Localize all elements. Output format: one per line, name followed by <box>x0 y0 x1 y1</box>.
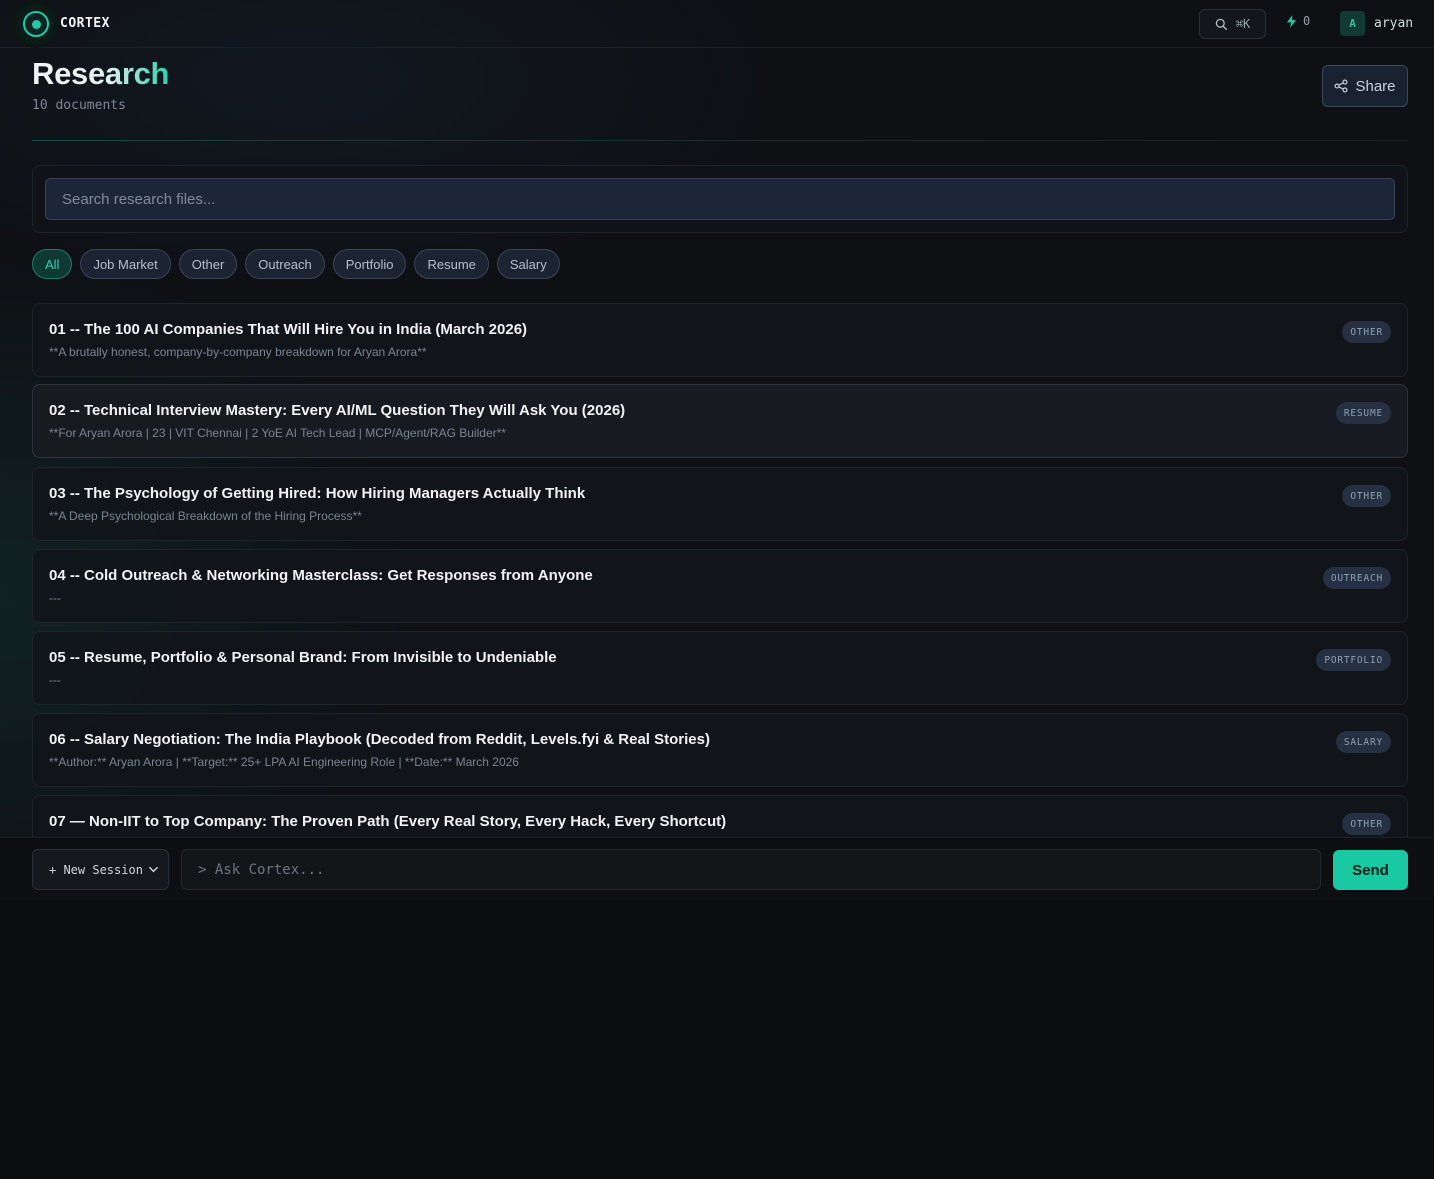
document-card[interactable]: 03 -- The Psychology of Getting Hired: H… <box>32 467 1408 541</box>
filter-chip-all[interactable]: All <box>32 249 73 279</box>
document-subtitle: **A brutally honest, company-by-company … <box>49 345 427 359</box>
filter-chips: All Job Market Other Outreach Portfolio … <box>32 249 560 279</box>
document-card[interactable]: 06 -- Salary Negotiation: The India Play… <box>32 713 1408 787</box>
category-badge: RESUME <box>1335 402 1391 424</box>
filter-chip-outreach[interactable]: Outreach <box>245 249 325 279</box>
document-title: 03 -- The Psychology of Getting Hired: H… <box>49 485 586 502</box>
category-badge: OTHER <box>1342 321 1391 343</box>
document-subtitle: --- <box>49 591 61 605</box>
page-title: Research <box>32 56 170 91</box>
energy-counter[interactable]: 0 <box>1286 14 1310 28</box>
logo-dot <box>31 19 41 29</box>
document-title: 01 -- The 100 AI Companies That Will Hir… <box>49 321 528 338</box>
search-panel <box>32 165 1408 233</box>
document-subtitle: **Author:** Aryan Arora | **Target:** 25… <box>49 755 519 769</box>
filter-chip-job-market[interactable]: Job Market <box>80 249 171 279</box>
document-subtitle: **A Deep Psychological Breakdown of the … <box>49 509 362 523</box>
share-icon <box>1335 79 1348 93</box>
header-divider <box>32 140 1408 141</box>
document-title: 07 — Non-IIT to Top Company: The Proven … <box>49 813 727 830</box>
document-count: 10 documents <box>32 98 126 113</box>
command-palette-button[interactable]: ⌘K <box>1199 9 1266 39</box>
app-window: CORTEX ⌘K 0 A aryan Research 10 document… <box>0 0 1434 900</box>
lightning-icon <box>1286 14 1297 28</box>
category-badge: OTHER <box>1342 813 1391 835</box>
category-badge: OUTREACH <box>1322 567 1391 589</box>
search-icon <box>1215 18 1227 30</box>
document-card[interactable]: 07 — Non-IIT to Top Company: The Proven … <box>32 795 1408 837</box>
user-menu[interactable]: A aryan <box>1340 11 1413 36</box>
ask-input[interactable] <box>181 849 1321 890</box>
document-list: 01 -- The 100 AI Companies That Will Hir… <box>32 303 1408 837</box>
filter-chip-portfolio[interactable]: Portfolio <box>332 249 407 279</box>
logo-ring <box>23 11 49 37</box>
document-title: 04 -- Cold Outreach & Networking Masterc… <box>49 567 593 584</box>
document-card[interactable]: 05 -- Resume, Portfolio & Personal Brand… <box>32 631 1408 705</box>
chevron-down-icon <box>149 866 158 873</box>
session-select[interactable]: + New Session <box>32 849 169 890</box>
document-card[interactable]: 01 -- The 100 AI Companies That Will Hir… <box>32 303 1408 377</box>
document-subtitle: --- <box>49 673 61 687</box>
shortcut-label: ⌘K <box>1235 17 1251 31</box>
document-title: 05 -- Resume, Portfolio & Personal Brand… <box>49 649 557 666</box>
top-bar: CORTEX ⌘K 0 A aryan <box>0 0 1434 48</box>
session-label: + New Session <box>49 862 143 877</box>
username: aryan <box>1374 16 1414 31</box>
filter-chip-salary[interactable]: Salary <box>496 249 560 279</box>
chat-bar: + New Session Send <box>0 837 1434 900</box>
filter-chip-resume[interactable]: Resume <box>414 249 489 279</box>
filter-chip-other[interactable]: Other <box>178 249 238 279</box>
search-input[interactable] <box>45 178 1395 220</box>
category-badge: OTHER <box>1342 485 1391 507</box>
document-title: 02 -- Technical Interview Mastery: Every… <box>49 402 626 419</box>
category-badge: SALARY <box>1335 731 1391 753</box>
document-title: 06 -- Salary Negotiation: The India Play… <box>49 731 710 748</box>
category-badge: PORTFOLIO <box>1316 649 1391 671</box>
share-label: Share <box>1355 77 1396 95</box>
brand-name[interactable]: CORTEX <box>60 16 110 31</box>
document-card[interactable]: 04 -- Cold Outreach & Networking Masterc… <box>32 549 1408 623</box>
avatar: A <box>1340 11 1365 36</box>
cortex-logo-icon[interactable] <box>12 0 60 48</box>
energy-count: 0 <box>1303 14 1311 28</box>
document-subtitle: **For Aryan Arora | 23 | VIT Chennai | 2… <box>49 426 506 440</box>
send-button[interactable]: Send <box>1333 850 1408 890</box>
document-card[interactable]: 02 -- Technical Interview Mastery: Every… <box>32 384 1408 458</box>
share-button[interactable]: Share <box>1322 65 1408 107</box>
